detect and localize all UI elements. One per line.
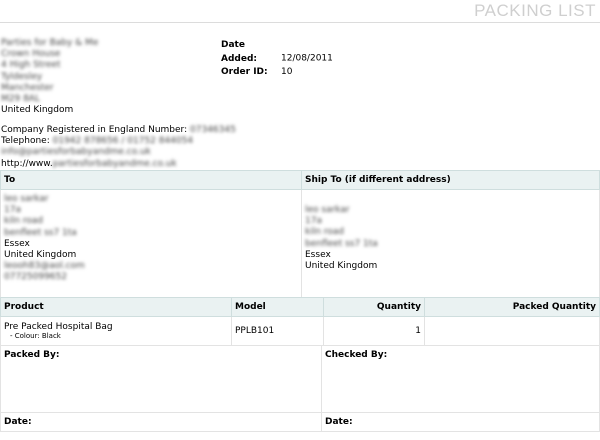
page-title: PACKING LIST	[474, 1, 596, 20]
company-info: Company Registered in England Number: 07…	[1, 125, 236, 170]
store-address-line: 4 High Street	[1, 60, 61, 71]
product-column-header: Product	[0, 297, 232, 317]
store-address-line: Parties for Baby & Me	[1, 38, 99, 48]
order-id-value: 10	[281, 67, 293, 77]
to-address: leo sarkar 17a kiln road benfleet ss7 1t…	[0, 189, 302, 312]
to-county: Essex	[4, 238, 30, 249]
to-address-line: benfleet ss7 1ta	[4, 227, 77, 238]
to-header: To	[0, 170, 302, 190]
product-option: - Colour: Black	[10, 332, 61, 340]
date-added-value: 12/08/2011	[281, 53, 333, 64]
company-reg-value: 07346345	[190, 125, 236, 135]
ship-address-line: leo sarkar	[305, 205, 350, 215]
product-name: Pre Packed Hospital Bag	[4, 322, 113, 332]
ship-county: Essex	[305, 249, 331, 260]
date-added-label: Date Added:	[221, 40, 257, 64]
packed-quantity-column-header: Packed Quantity	[424, 297, 600, 317]
to-address-line: leo sarkar	[4, 194, 49, 204]
order-meta: Date Added: 12/08/2011 Order ID: 10	[221, 39, 333, 80]
website-domain: partiesforbabyandme.co.uk	[52, 158, 177, 169]
store-address-line: Tyldesley	[1, 71, 43, 82]
checked-date-cell: Date:	[321, 412, 600, 432]
ship-country: United Kingdom	[305, 260, 378, 271]
store-address-line: Crown House	[1, 49, 61, 60]
address-table: To Ship To (if different address) leo sa…	[0, 170, 600, 312]
to-address-line: kiln road	[4, 216, 44, 227]
to-country: United Kingdom	[4, 249, 77, 260]
company-reg-label: Company Registered in England Number:	[1, 125, 188, 135]
products-table: Product Model Quantity Packed Quantity P…	[0, 297, 600, 346]
packed-quantity-cell	[424, 316, 600, 346]
packed-by-cell: Packed By:	[0, 345, 322, 413]
order-id-label: Order ID:	[221, 67, 268, 77]
ship-address: leo sarkar 17a kiln road benfleet ss7 1t…	[301, 189, 600, 312]
packed-date-cell: Date:	[0, 412, 322, 432]
quantity-column-header: Quantity	[323, 297, 425, 317]
model-column-header: Model	[231, 297, 324, 317]
product-cell: Pre Packed Hospital Bag - Colour: Black	[0, 316, 232, 346]
ship-address-line: 17a	[305, 216, 322, 227]
telephone-value: 01942 878656 / 01752 844054	[52, 136, 194, 147]
ship-to-header: Ship To (if different address)	[301, 170, 600, 190]
checked-by-cell: Checked By:	[321, 345, 600, 413]
to-phone: 07725099652	[4, 272, 67, 283]
ship-address-line: benfleet ss7 1ta	[305, 238, 378, 249]
company-email: info@partiesforbabyandme.co.uk	[1, 147, 151, 158]
store-address-line: M29 8AL	[1, 93, 40, 104]
store-address-line: Manchester	[1, 82, 54, 93]
to-email: leooh83@aol.com	[4, 261, 85, 272]
store-address: Parties for Baby & Me Crown House 4 High…	[1, 38, 98, 116]
telephone-label: Telephone:	[1, 136, 50, 147]
packing-signoff-table: Packed By: Checked By: Date: Date:	[0, 345, 600, 432]
ship-address-line: kiln road	[305, 227, 345, 238]
quantity-cell: 1	[323, 316, 425, 346]
table-row: Pre Packed Hospital Bag - Colour: Black …	[0, 316, 600, 346]
store-country: United Kingdom	[1, 105, 74, 116]
model-cell: PPLB101	[231, 316, 324, 346]
website-prefix: http://www.	[1, 158, 53, 169]
header-divider	[0, 22, 600, 23]
to-address-line: 17a	[4, 205, 21, 216]
